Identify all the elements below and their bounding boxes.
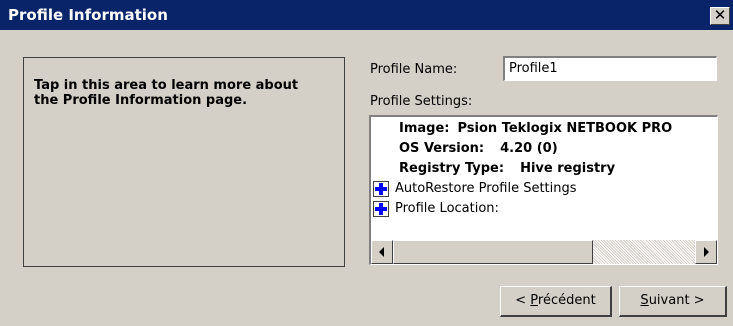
- help-text: Tap in this area to learn more about the…: [34, 78, 299, 108]
- plus-expand-icon[interactable]: [373, 181, 389, 197]
- tree-item-label: AutoRestore Profile Settings: [395, 181, 577, 196]
- horizontal-scrollbar[interactable]: [371, 240, 717, 264]
- profile-settings-label: Profile Settings:: [370, 94, 473, 109]
- previous-button[interactable]: < Précédent: [500, 286, 612, 317]
- os-version-row: OS Version: 4.20 (0): [399, 141, 558, 156]
- registry-type-value: Hive registry: [520, 161, 616, 176]
- title-bar: Profile Information ✕: [0, 0, 733, 30]
- arrow-left-icon: [379, 247, 384, 257]
- window-title: Profile Information: [8, 6, 168, 24]
- close-button[interactable]: ✕: [710, 7, 730, 25]
- image-value: Psion Teklogix NETBOOK PRO: [457, 121, 673, 136]
- os-version-value: 4.20 (0): [500, 141, 558, 156]
- plus-expand-icon[interactable]: [373, 201, 389, 217]
- os-version-key: OS Version:: [399, 141, 485, 156]
- scrollbar-thumb[interactable]: [393, 240, 593, 264]
- profile-information-dialog: Profile Information ✕ Tap in this area t…: [0, 0, 733, 326]
- next-button-rest: uivant >: [648, 293, 705, 308]
- image-row: Image: Psion Teklogix NETBOOK PRO: [399, 121, 672, 136]
- previous-button-rest: récédent: [537, 293, 596, 308]
- previous-button-accel: P: [530, 293, 538, 308]
- image-key: Image:: [399, 121, 450, 136]
- close-icon: ✕: [713, 6, 727, 24]
- previous-button-prefix: <: [515, 293, 531, 308]
- scroll-left-button[interactable]: [371, 240, 393, 264]
- registry-type-key: Registry Type:: [399, 161, 505, 176]
- registry-type-row: Registry Type: Hive registry: [399, 161, 615, 176]
- help-area[interactable]: Tap in this area to learn more about the…: [23, 57, 345, 267]
- next-button[interactable]: Suivant >: [619, 286, 727, 317]
- profile-name-label: Profile Name:: [370, 62, 458, 77]
- next-button-accel: S: [640, 293, 649, 308]
- arrow-right-icon: [704, 247, 709, 257]
- profile-name-input[interactable]: Profile1: [503, 56, 717, 81]
- tree-item-label: Profile Location:: [395, 201, 499, 216]
- profile-settings-tree[interactable]: Image: Psion Teklogix NETBOOK PRO OS Vers…: [369, 115, 718, 265]
- scroll-right-button[interactable]: [695, 240, 717, 264]
